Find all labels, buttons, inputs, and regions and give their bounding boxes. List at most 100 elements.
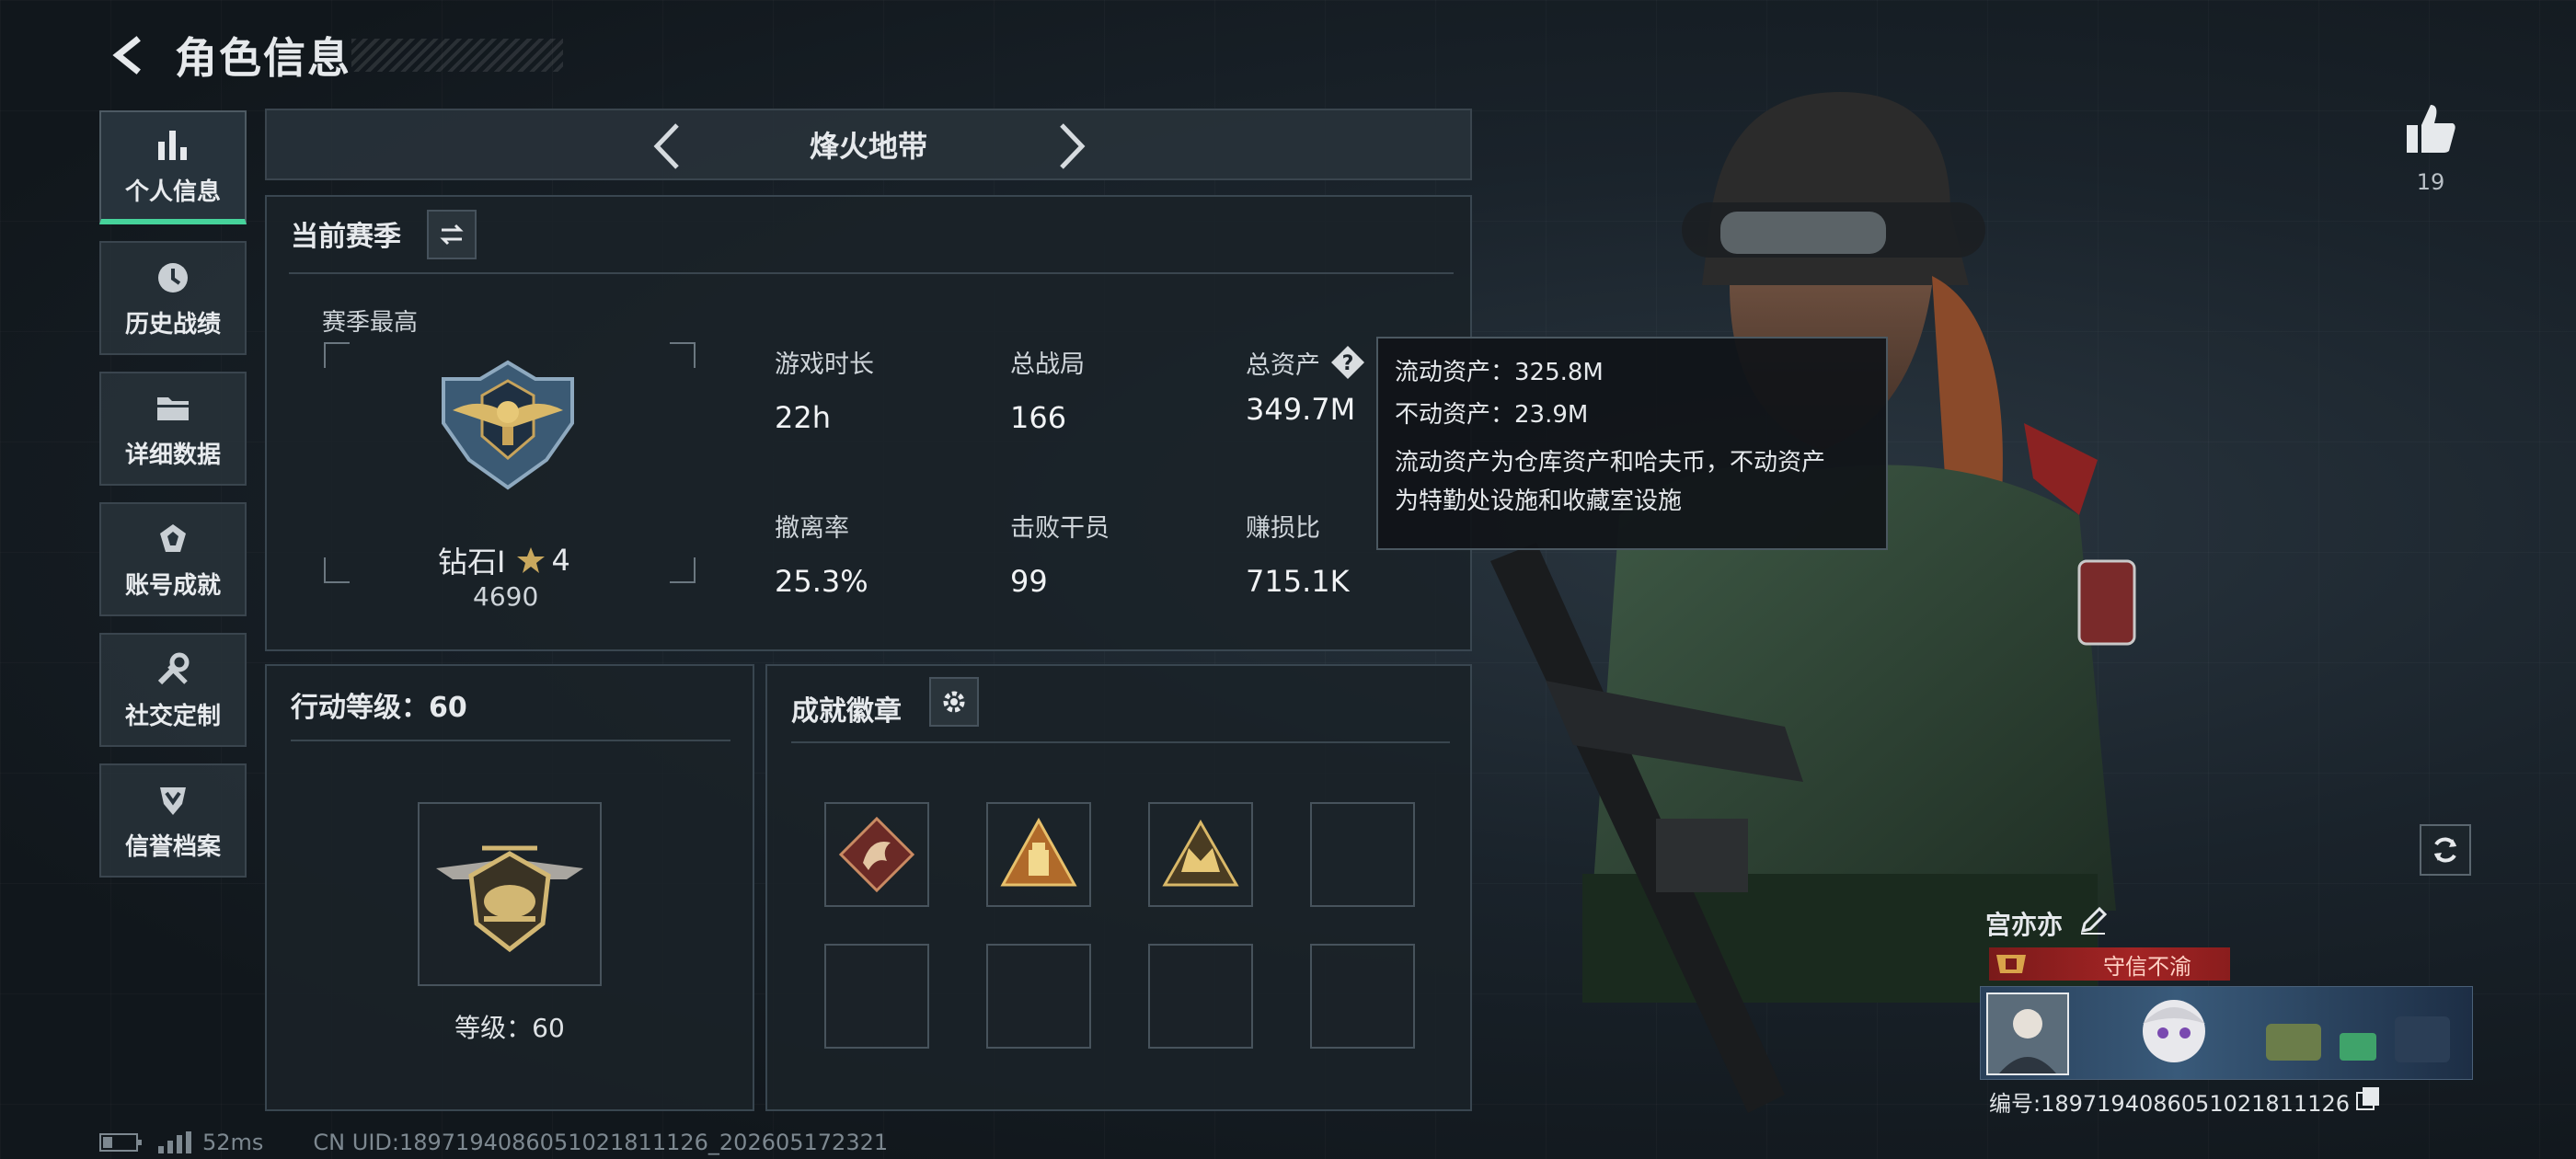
stat-value: 715.1K [1246, 564, 1350, 599]
stat-value: 166 [1010, 400, 1067, 435]
help-icon[interactable]: ? [1329, 344, 1366, 381]
nav-label: 个人信息 [124, 178, 221, 206]
star-icon [517, 547, 546, 573]
switch-season-button[interactable] [427, 210, 477, 259]
achievement-icon [153, 519, 193, 559]
swap-icon [440, 224, 464, 246]
nav-item-detail-data[interactable]: 详细数据 [99, 372, 247, 486]
tooltip-fixed-assets: 不动资产：23.9M [1395, 401, 1589, 429]
badge-slot-3[interactable] [1148, 802, 1253, 907]
nav-item-personal-info[interactable]: 个人信息 [99, 110, 247, 224]
frame-corner [324, 557, 350, 583]
assets-tooltip: 流动资产：325.8M 不动资产：23.9M 流动资产为仓库资产和哈夫币，不动资… [1376, 337, 1888, 550]
status-bar: 52ms CN UID:1897194086051021811126_20260… [99, 1130, 888, 1155]
action-level-divider [291, 740, 730, 741]
stat-label: 游戏时长 [775, 350, 874, 379]
badge-slot-1[interactable] [824, 802, 929, 907]
badge-slot-6[interactable] [986, 944, 1091, 1049]
battery-icon [99, 1133, 142, 1152]
badge-slot-5[interactable] [824, 944, 929, 1049]
nav-item-achievements[interactable]: 账号成就 [99, 502, 247, 616]
tooltip-note-1: 流动资产为仓库资产和哈夫币，不动资产 [1395, 449, 1826, 476]
stat-play-time: 游戏时长 22h [775, 344, 874, 435]
bar-chart-icon [153, 125, 193, 166]
stat-value: 22h [775, 400, 831, 435]
crown-badge-icon [1162, 819, 1239, 887]
badges-settings-button[interactable] [929, 677, 979, 727]
title-emblem-icon [1996, 955, 2026, 973]
rank-name: 钻石I [438, 545, 506, 580]
refresh-button[interactable] [2420, 824, 2471, 876]
nav-label: 社交定制 [124, 702, 221, 730]
signal-icon [158, 1131, 191, 1153]
badge-slot-8[interactable] [1310, 944, 1415, 1049]
season-divider [289, 272, 1454, 274]
helicopter-emblem-icon [436, 845, 583, 953]
diamond-rank-emblem-icon [442, 360, 574, 490]
rank-points: 4690 [473, 581, 539, 612]
badges-divider [791, 741, 1450, 743]
prev-mode-button[interactable] [644, 121, 690, 171]
stat-total-matches: 总战局 166 [1010, 344, 1085, 435]
folder-icon [153, 388, 193, 429]
avatar-portrait-icon [1988, 994, 2067, 1073]
rank-stars: 4 [551, 543, 570, 578]
like-count: 19 [2416, 169, 2445, 195]
tools-icon [153, 649, 193, 690]
player-title-tag: 守信不渝 [1989, 947, 2230, 981]
svg-text:?: ? [1342, 352, 1354, 375]
chevron-left-icon [653, 123, 679, 169]
refresh-icon [2434, 837, 2456, 863]
chevron-right-icon [1060, 123, 1086, 169]
nav-label: 历史战绩 [124, 310, 221, 339]
dragon-badge-icon [838, 816, 915, 893]
frame-corner [670, 557, 696, 583]
tooltip-note-2: 为特勤处设施和收藏室设施 [1395, 488, 1683, 515]
stat-value: 25.3% [775, 564, 868, 599]
ping: 52ms [202, 1130, 264, 1155]
next-mode-button[interactable] [1049, 121, 1095, 171]
player-id: 编号:1897194086051021811126 [1989, 1091, 2351, 1117]
season-best-label: 赛季最高 [322, 309, 419, 337]
stat-label: 总战局 [1010, 350, 1085, 379]
avatar [1986, 993, 2069, 1075]
nav-label: 信誉档案 [124, 832, 221, 861]
stat-value: 99 [1010, 564, 1048, 599]
stat-label: 总资产 [1246, 350, 1320, 380]
badge-slot-7[interactable] [1148, 944, 1253, 1049]
nav-item-social-custom[interactable]: 社交定制 [99, 633, 247, 747]
page-title: 角色信息 [175, 33, 351, 83]
back-button[interactable] [101, 28, 156, 83]
action-level-title: 行动等级：60 [291, 692, 467, 724]
stat-label-row: 总资产 ? [1246, 344, 1366, 381]
stat-label: 击败干员 [1010, 514, 1110, 543]
back-arrow-icon [112, 36, 141, 75]
thumbs-up-icon [2407, 105, 2455, 153]
badge-slot-4[interactable] [1310, 802, 1415, 907]
stat-total-assets: 总资产 ? 349.7M [1246, 344, 1366, 427]
tooltip-liquid-assets: 流动资产：325.8M [1395, 359, 1604, 386]
nav-item-reputation[interactable]: 信誉档案 [99, 763, 247, 878]
banner-character-icon [2143, 1000, 2205, 1062]
nav-label: 详细数据 [124, 441, 221, 469]
stat-value: 349.7M [1246, 392, 1356, 427]
rank-info: 钻石I 4 [438, 539, 570, 581]
shield-icon [153, 780, 193, 820]
banner-items-icon [2266, 1016, 2450, 1062]
edit-pencil-icon[interactable] [2077, 905, 2109, 936]
nav-label: 账号成就 [124, 571, 221, 600]
badge-slot-2[interactable] [986, 802, 1091, 907]
player-banner [1980, 986, 2473, 1080]
copy-icon[interactable] [2355, 1085, 2381, 1111]
like-button[interactable] [2403, 101, 2458, 156]
uid-line: CN UID:1897194086051021811126_2026051723… [313, 1130, 889, 1155]
season-title: 当前赛季 [291, 221, 401, 253]
stat-kills: 击败干员 99 [1010, 508, 1110, 599]
player-title: 守信不渝 [2103, 953, 2191, 980]
frame-corner [324, 342, 350, 368]
pyramid-badge-icon [1000, 817, 1077, 887]
mode-title: 烽火地带 [809, 129, 927, 164]
nav-item-history[interactable]: 历史战绩 [99, 241, 247, 355]
badges-title: 成就徽章 [791, 695, 902, 728]
action-level-emblem-frame [418, 802, 602, 986]
